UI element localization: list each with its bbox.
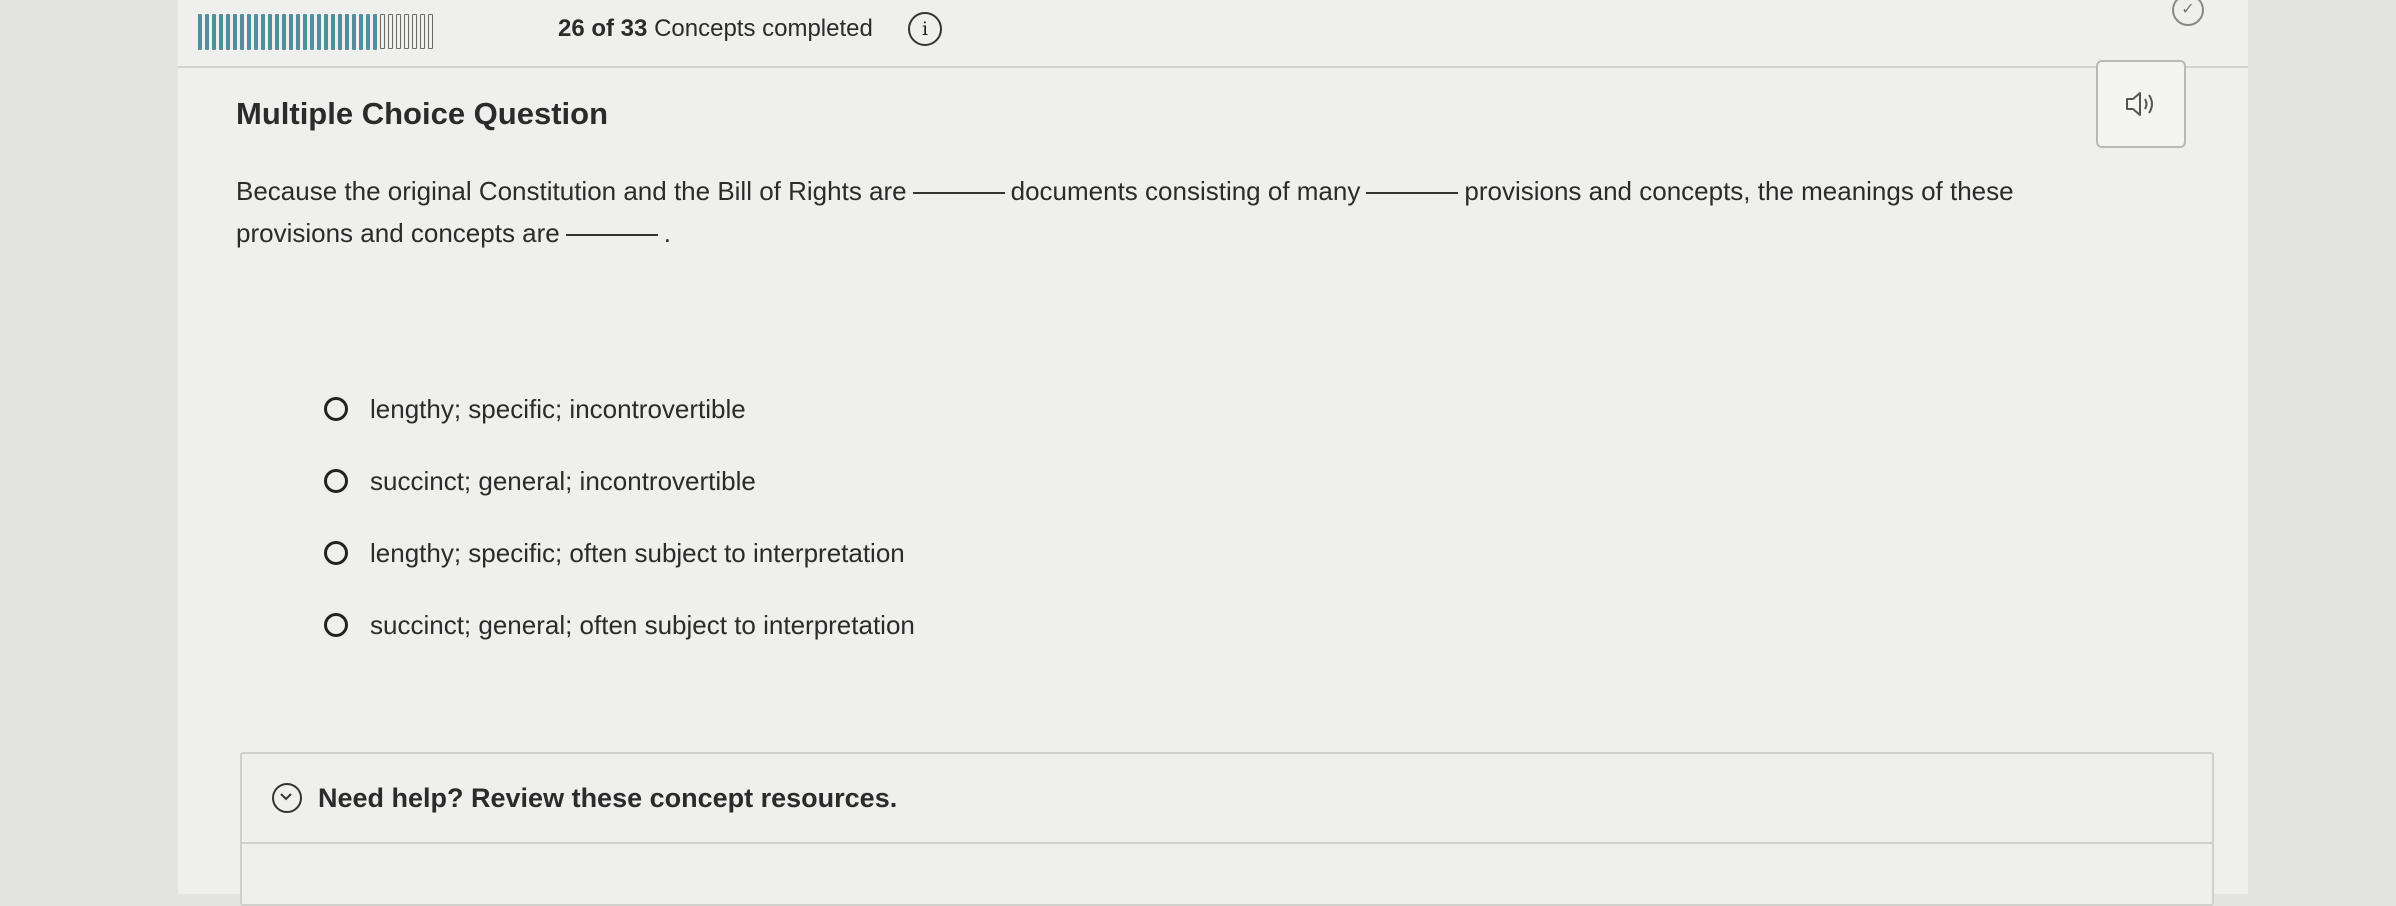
progress-segment-complete <box>310 14 314 50</box>
question-prompt: Because the original Constitution and th… <box>236 170 2106 254</box>
progress-segment-complete <box>352 14 356 50</box>
answer-option[interactable]: succinct; general; incontrovertible <box>324 457 915 505</box>
progress-segment-incomplete <box>428 14 433 49</box>
question-page: 26 of 33 Concepts completed i ✓ Multiple… <box>178 0 2248 906</box>
progress-segment-complete <box>289 14 293 50</box>
progress-segment-complete <box>268 14 272 50</box>
progress-segment-incomplete <box>396 14 401 49</box>
help-label: Need help? Review these concept resource… <box>318 782 898 813</box>
blank-2 <box>1366 192 1459 194</box>
radio-button[interactable] <box>324 397 348 421</box>
progress-segment-complete <box>198 14 202 50</box>
concept-progress-bar <box>198 14 433 50</box>
read-aloud-button[interactable] <box>2096 60 2186 148</box>
progress-segment-complete <box>317 14 321 50</box>
answer-option[interactable]: lengthy; specific; incontrovertible <box>324 385 915 433</box>
progress-segment-complete <box>324 14 328 50</box>
speaker-icon <box>2126 92 2153 116</box>
progress-suffix: Concepts completed <box>654 15 873 42</box>
radio-button[interactable] <box>324 613 348 637</box>
radio-button[interactable] <box>324 469 348 493</box>
progress-segment-complete <box>359 14 363 50</box>
radio-button[interactable] <box>324 541 348 565</box>
progress-segment-complete <box>254 14 258 50</box>
help-toggle[interactable]: Need help? Review these concept resource… <box>242 754 2212 844</box>
progress-segment-complete <box>282 14 286 50</box>
answer-option-label: lengthy; specific; often subject to inte… <box>370 537 905 568</box>
progress-segment-complete <box>331 14 335 50</box>
answer-option-label: succinct; general; often subject to inte… <box>370 609 915 640</box>
blank-3 <box>565 234 658 236</box>
progress-segment-complete <box>303 14 307 50</box>
progress-segment-incomplete <box>388 14 393 49</box>
prompt-end: . <box>663 218 671 248</box>
info-icon[interactable]: i <box>908 12 942 46</box>
answer-options: lengthy; specific; incontrovertible succ… <box>324 385 915 673</box>
progress-segment-complete <box>366 14 370 50</box>
question-type-title: Multiple Choice Question <box>236 96 609 131</box>
prompt-part-2: documents consisting of many <box>1010 176 1361 206</box>
progress-header: 26 of 33 Concepts completed i ✓ <box>178 0 2248 68</box>
progress-label: 26 of 33 Concepts completed <box>558 14 873 44</box>
progress-count: 26 of 33 <box>558 15 648 42</box>
progress-segment-complete <box>373 14 377 50</box>
progress-segment-incomplete <box>404 14 409 49</box>
help-panel: Need help? Review these concept resource… <box>240 752 2214 906</box>
progress-segment-complete <box>219 14 223 50</box>
progress-segment-complete <box>247 14 251 50</box>
chevron-down-icon <box>272 783 302 813</box>
progress-segment-complete <box>205 14 209 50</box>
progress-segment-complete <box>338 14 342 50</box>
progress-segment-complete <box>212 14 216 50</box>
progress-segment-complete <box>226 14 230 50</box>
progress-segment-complete <box>240 14 244 50</box>
check-circle-icon: ✓ <box>2172 0 2204 26</box>
blank-1 <box>912 192 1005 194</box>
progress-segment-incomplete <box>420 14 425 49</box>
progress-segment-incomplete <box>380 14 385 49</box>
progress-segment-complete <box>275 14 279 50</box>
answer-option[interactable]: lengthy; specific; often subject to inte… <box>324 529 915 577</box>
answer-option[interactable]: succinct; general; often subject to inte… <box>324 601 915 649</box>
progress-segment-complete <box>345 14 349 50</box>
answer-option-label: succinct; general; incontrovertible <box>370 465 756 496</box>
progress-segment-complete <box>261 14 265 50</box>
progress-segment-incomplete <box>412 14 417 49</box>
progress-segment-complete <box>296 14 300 50</box>
prompt-part-1: Because the original Constitution and th… <box>236 176 907 206</box>
answer-option-label: lengthy; specific; incontrovertible <box>370 393 746 424</box>
progress-segment-complete <box>233 14 237 50</box>
